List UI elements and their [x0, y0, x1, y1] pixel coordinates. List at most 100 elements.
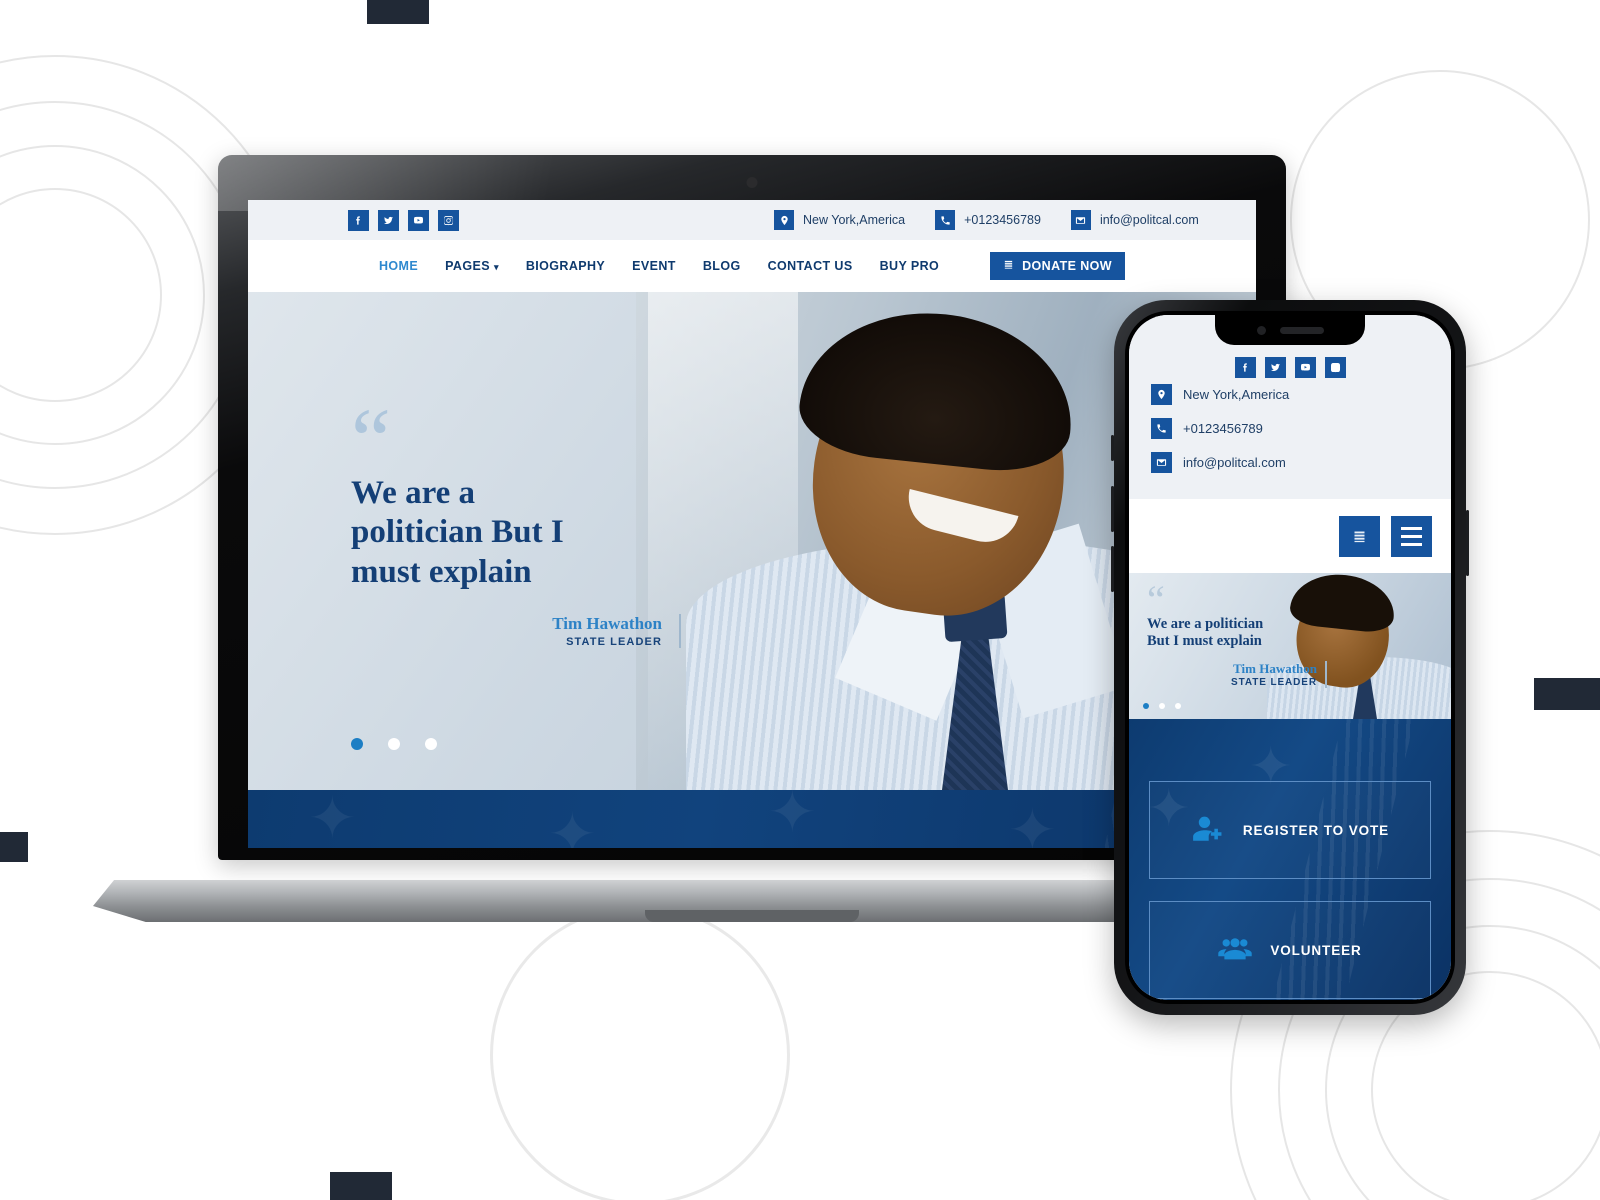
accent-square-left	[0, 832, 28, 862]
register-to-vote-button[interactable]: REGISTER TO VOTE	[1149, 781, 1431, 879]
mobile-hero-copy: “ We are a politician But I must explain…	[1147, 577, 1327, 688]
hero-author-role: STATE LEADER	[566, 635, 662, 648]
topbar-contacts: New York,America +0123456789 info@politc…	[774, 210, 1199, 230]
site-navbar: HOME PAGES ▾ BIOGRAPHY EVENT BLOG CONTAC…	[248, 240, 1256, 292]
envelope-icon	[1151, 452, 1172, 473]
desktop-site-viewport: New York,America +0123456789 info@politc…	[248, 200, 1256, 848]
mobile-hero-title: We are a politician But I must explain	[1147, 616, 1327, 651]
chevron-down-icon: ▾	[493, 262, 499, 272]
nav-label: BLOG	[702, 259, 741, 273]
laptop-camera-icon	[746, 177, 758, 188]
slider-dot-2[interactable]	[388, 738, 400, 750]
contact-email-text: info@politcal.com	[1183, 455, 1286, 470]
hero-copy: “ We are a politician But I must explain…	[351, 391, 681, 648]
nav-label: PAGES	[445, 259, 490, 273]
users-group-icon	[1218, 931, 1253, 970]
poster-canvas: New York,America +0123456789 info@politc…	[0, 0, 1600, 1200]
contact-phone[interactable]: +0123456789	[935, 210, 1041, 230]
mobile-navbar	[1129, 499, 1451, 573]
register-to-vote-label: REGISTER TO VOTE	[1242, 822, 1390, 838]
mobile-donate-button[interactable]	[1339, 515, 1380, 557]
slider-dots	[351, 738, 437, 750]
phone-speaker-icon	[1279, 326, 1324, 334]
mobile-hero-title-line: But I must explain	[1147, 633, 1262, 650]
donate-label: DONATE NOW	[1022, 259, 1112, 273]
envelope-icon	[1070, 210, 1091, 230]
hero-title-line: politician But I	[351, 514, 564, 551]
phone-bezel: New York,America +0123456789 info@politc…	[1125, 311, 1455, 1004]
contact-email[interactable]: info@politcal.com	[1070, 210, 1199, 230]
accent-square-bottom	[330, 1172, 392, 1200]
slider-dot-3[interactable]	[425, 738, 437, 750]
instagram-icon[interactable]	[438, 209, 459, 231]
quote-mark-icon: “	[1147, 577, 1165, 622]
nav-item-contact-us[interactable]: CONTACT US	[768, 259, 853, 273]
mobile-menu-button[interactable]	[1391, 515, 1432, 557]
hero-author-block: Tim Hawathon STATE LEADER	[351, 613, 681, 648]
youtube-icon[interactable]	[408, 209, 429, 231]
nav-item-pages[interactable]: PAGES ▾	[445, 259, 499, 273]
youtube-icon[interactable]	[1294, 357, 1316, 378]
mobile-slider-dot-3[interactable]	[1175, 703, 1181, 709]
nav-item-buy-pro[interactable]: BUY PRO	[880, 259, 940, 273]
mobile-slider-dots	[1143, 703, 1181, 709]
phone-icon	[1151, 418, 1172, 439]
contact-phone[interactable]: +0123456789	[1151, 418, 1429, 439]
mobile-site-viewport: New York,America +0123456789 info@politc…	[1129, 315, 1451, 1000]
phone-icon	[935, 210, 956, 230]
phone-power-button[interactable]	[1466, 510, 1469, 576]
contact-email[interactable]: info@politcal.com	[1151, 452, 1429, 473]
hero-slider: “ We are a politician But I must explain…	[248, 292, 1256, 790]
donate-box-icon	[1003, 258, 1014, 274]
mobile-social-links	[1129, 357, 1451, 378]
nav-label: BUY PRO	[879, 259, 940, 273]
mobile-hero-title-line: We are a politician	[1147, 616, 1264, 632]
accent-square-top	[367, 0, 429, 24]
nav-label: CONTACT US	[767, 259, 853, 273]
nav-item-home[interactable]: HOME	[379, 259, 418, 273]
mobile-action-section: ✦ ✦ REGISTER TO VOTE VOLUNTEER	[1129, 719, 1451, 1000]
hero-bottom-band: ✦ ✦ ✦ ✦	[248, 790, 1256, 848]
social-links	[348, 209, 459, 231]
hero-title: We are a politician But I must explain	[351, 474, 681, 592]
facebook-icon[interactable]	[348, 209, 369, 231]
contact-email-text: info@politcal.com	[1099, 213, 1199, 227]
nav-label: EVENT	[632, 259, 676, 273]
slider-dot-1[interactable]	[351, 738, 363, 750]
contact-location[interactable]: New York,America	[1151, 384, 1429, 405]
laptop-trackpad-notch	[645, 910, 859, 922]
mobile-hero-author-role: STATE LEADER	[1231, 676, 1317, 688]
site-topbar: New York,America +0123456789 info@politc…	[248, 200, 1256, 240]
contact-location-text: New York,America	[1183, 387, 1290, 402]
phone-front-camera-icon	[1256, 325, 1266, 335]
hamburger-icon	[1401, 526, 1422, 546]
donate-now-button[interactable]: DONATE NOW	[990, 252, 1125, 280]
user-plus-icon	[1191, 811, 1225, 850]
contact-location[interactable]: New York,America	[774, 210, 905, 230]
nav-label: BIOGRAPHY	[525, 259, 606, 273]
mobile-contacts: New York,America +0123456789 info@politc…	[1129, 378, 1451, 485]
hero-title-line: We are a	[351, 475, 476, 511]
nav-item-event[interactable]: EVENT	[632, 259, 676, 273]
mobile-slider-dot-1[interactable]	[1143, 703, 1149, 709]
volunteer-button[interactable]: VOLUNTEER	[1149, 901, 1431, 999]
twitter-icon[interactable]	[1264, 357, 1286, 378]
contact-phone-text: +0123456789	[964, 213, 1041, 227]
twitter-icon[interactable]	[378, 209, 399, 231]
quote-mark-icon: “	[351, 391, 391, 490]
location-pin-icon	[774, 210, 794, 230]
nav-item-blog[interactable]: BLOG	[703, 259, 741, 273]
hero-title-line: must explain	[351, 553, 532, 590]
phone-body: New York,America +0123456789 info@politc…	[1114, 300, 1466, 1015]
contact-location-text: New York,America	[803, 213, 906, 227]
decorative-circle-bottom-center	[490, 905, 790, 1200]
nav-menu: HOME PAGES ▾ BIOGRAPHY EVENT BLOG CONTAC…	[379, 252, 1125, 280]
facebook-icon[interactable]	[1234, 357, 1256, 378]
mobile-hero-slider: “ We are a politician But I must explain…	[1129, 573, 1451, 719]
hero-author-name: Tim Hawathon	[552, 613, 662, 633]
nav-item-biography[interactable]: BIOGRAPHY	[526, 259, 605, 273]
phone-mockup: New York,America +0123456789 info@politc…	[1111, 300, 1469, 1015]
mobile-slider-dot-2[interactable]	[1159, 703, 1165, 709]
instagram-icon[interactable]	[1324, 357, 1346, 378]
nav-label: HOME	[378, 259, 419, 273]
